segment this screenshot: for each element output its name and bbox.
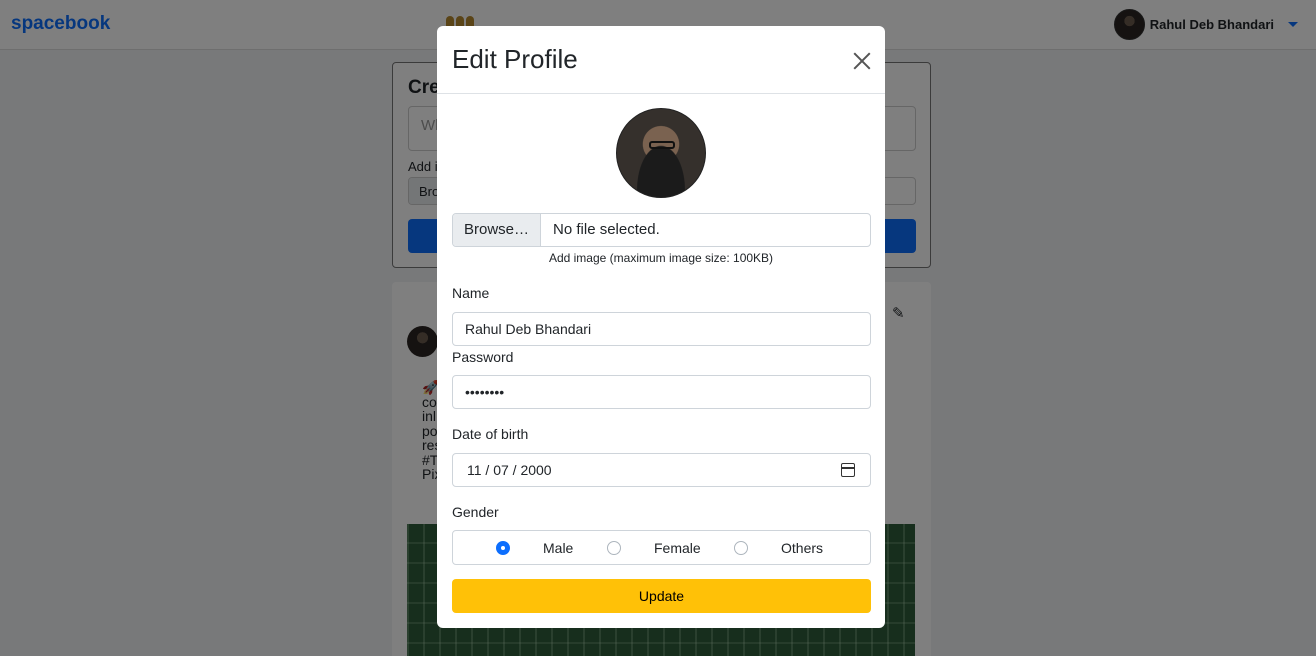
calendar-icon[interactable] [841, 463, 855, 477]
gender-label-male[interactable]: Male [543, 540, 573, 556]
name-label: Name [452, 285, 490, 301]
modal-header: Edit Profile [437, 26, 885, 94]
file-help-text: Add image (maximum image size: 100KB) [548, 251, 774, 265]
password-label: Password [452, 349, 514, 365]
profile-glasses [649, 141, 675, 149]
profile-picture [616, 108, 706, 198]
edit-profile-modal: Edit Profile Browse… No file selected. A… [437, 26, 885, 628]
browse-button[interactable]: Browse… [453, 214, 542, 246]
dob-value: 11 / 07 / 2000 [467, 462, 552, 478]
gender-radio-male[interactable] [496, 541, 510, 555]
name-field[interactable] [452, 312, 871, 346]
profile-image-input[interactable]: Browse… No file selected. [452, 213, 871, 247]
password-field[interactable]: •••••••• [452, 375, 871, 409]
gender-radio-female[interactable] [607, 541, 621, 555]
dob-field[interactable]: 11 / 07 / 2000 [452, 453, 871, 487]
gender-label: Gender [452, 504, 499, 520]
close-icon[interactable] [851, 50, 873, 72]
gender-radio-others[interactable] [734, 541, 748, 555]
gender-group: Male Female Others [452, 530, 871, 565]
update-button[interactable]: Update [452, 579, 871, 613]
dob-label: Date of birth [452, 426, 529, 442]
gender-label-female[interactable]: Female [654, 540, 701, 556]
file-status: No file selected. [553, 221, 660, 238]
gender-label-others[interactable]: Others [781, 540, 823, 556]
modal-title: Edit Profile [452, 44, 578, 74]
